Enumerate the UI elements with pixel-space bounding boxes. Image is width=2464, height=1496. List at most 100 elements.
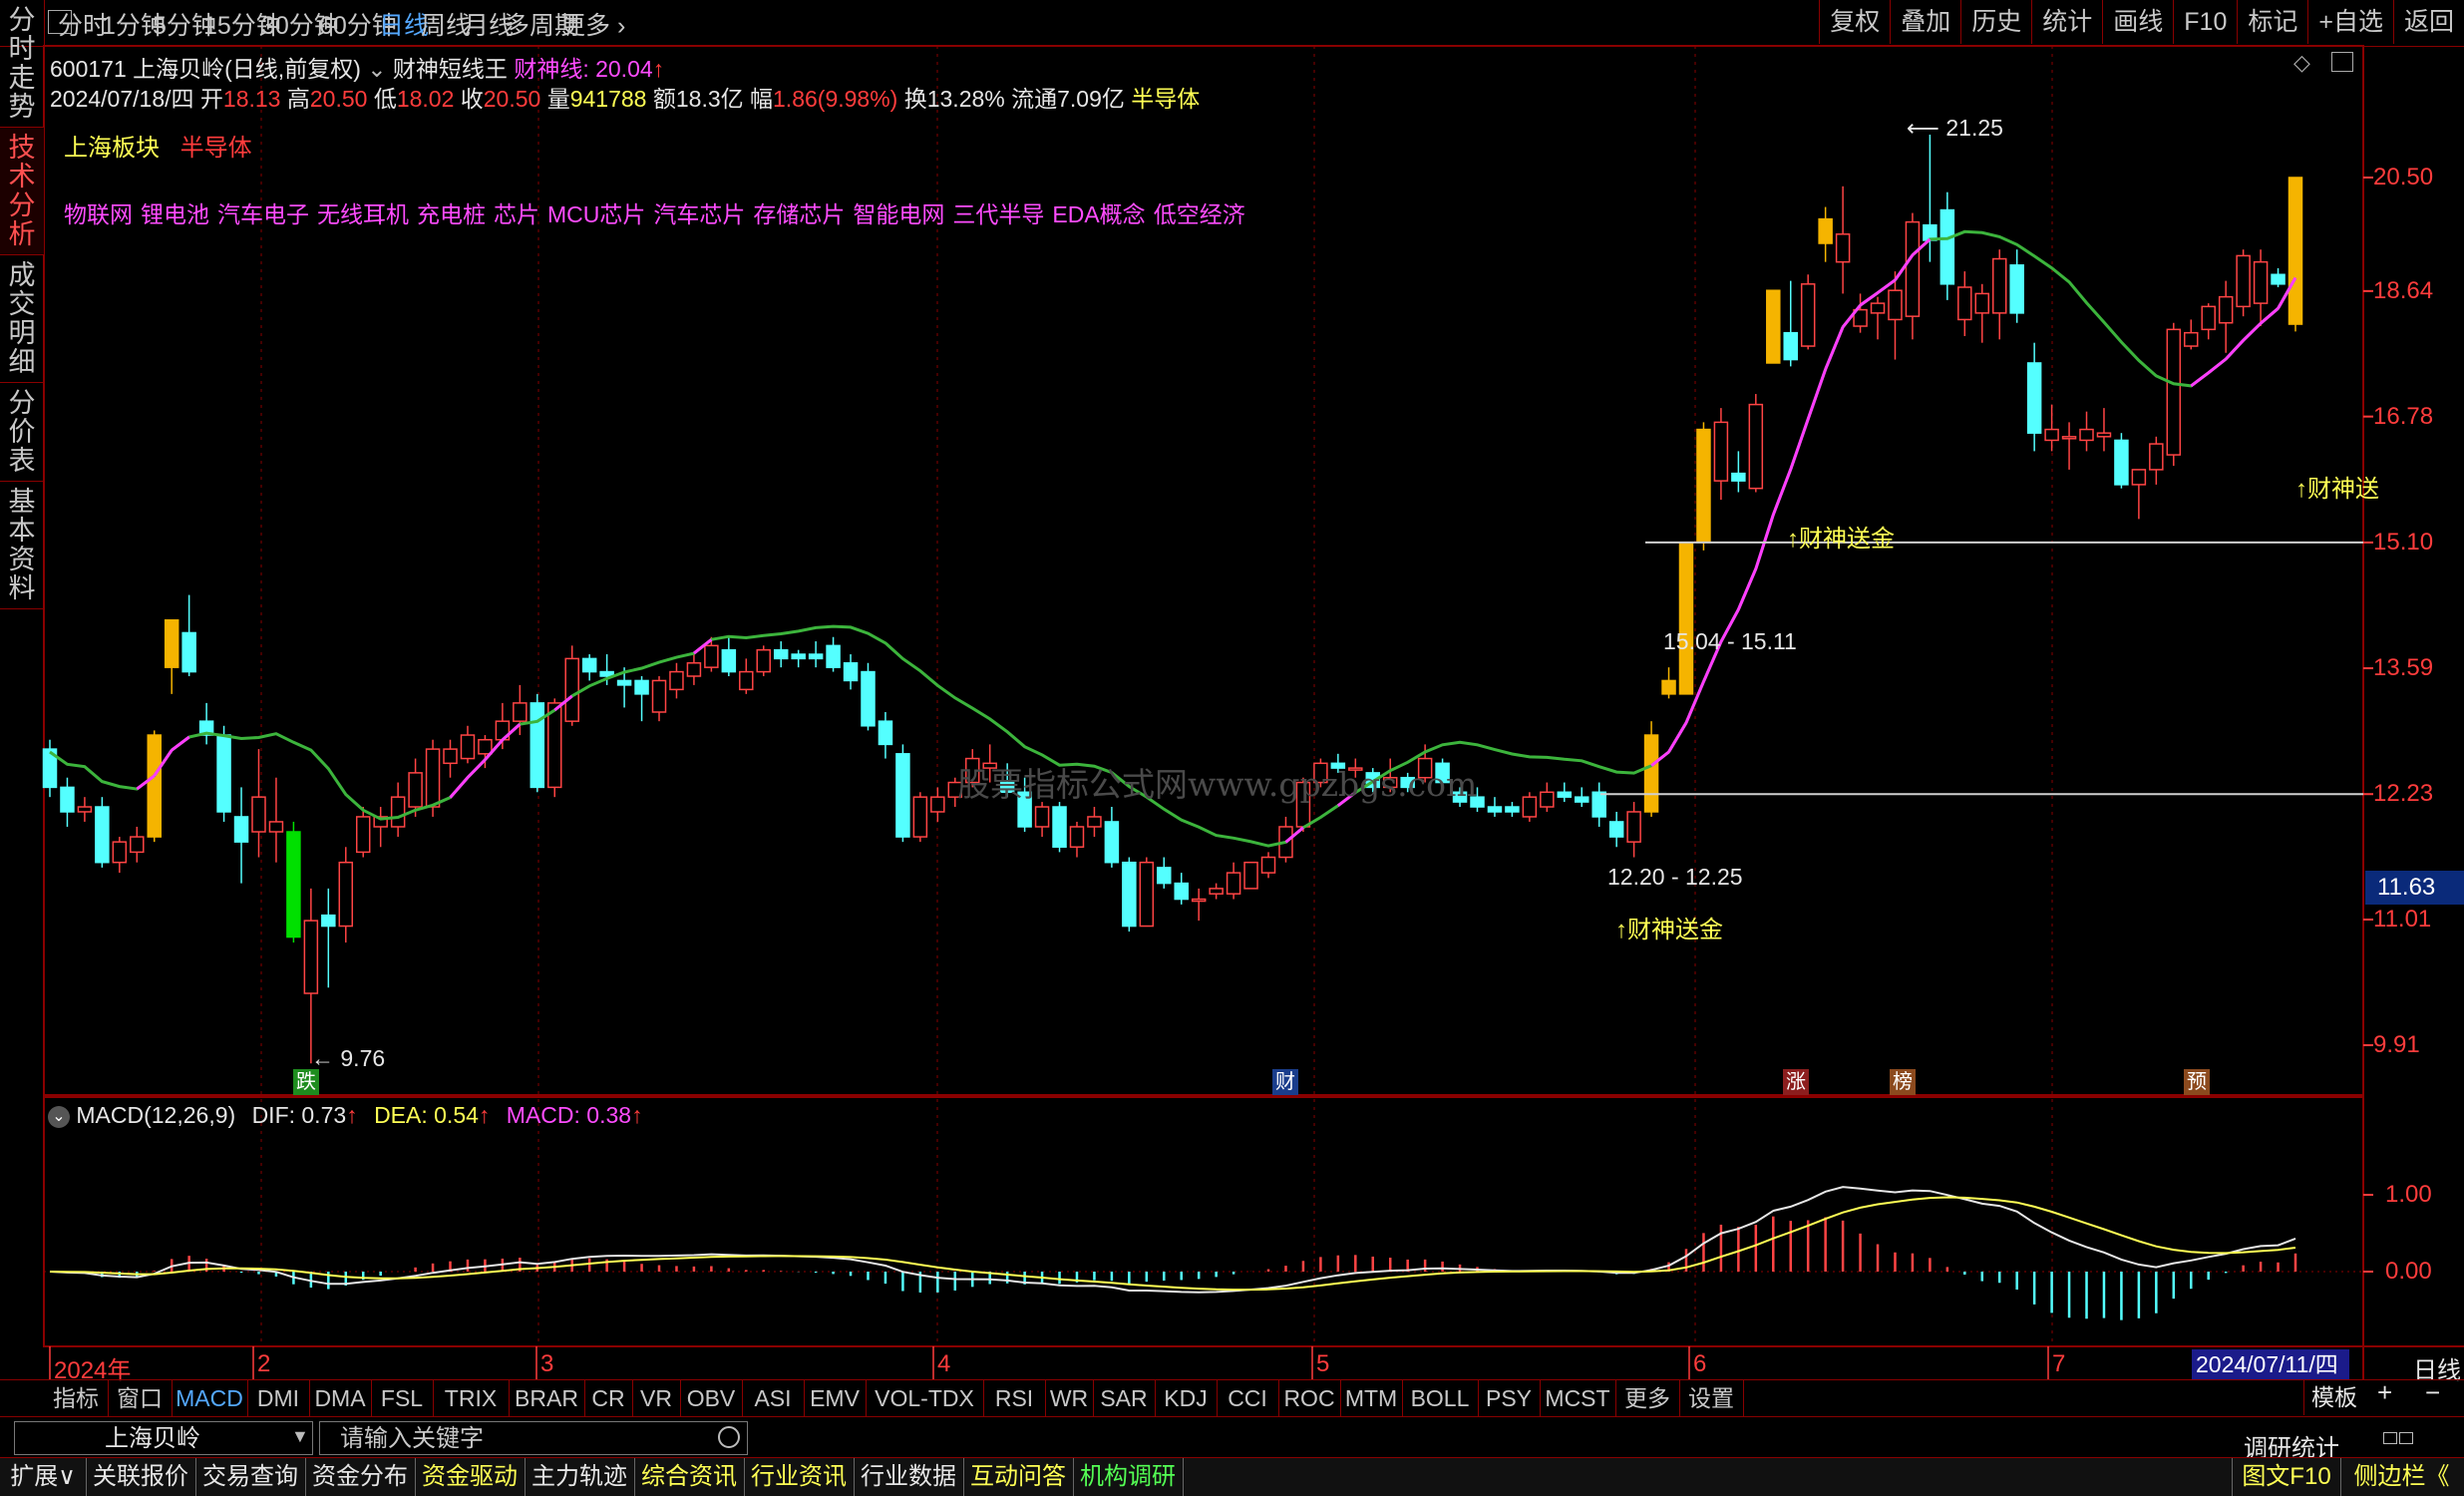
left-tab-4[interactable]: 基本资料 — [0, 482, 44, 609]
bottom-tab-6[interactable]: 综合资讯 — [634, 1458, 745, 1496]
up-arrow-icon: ↑ — [631, 1102, 643, 1128]
top-button-3[interactable]: 统计 — [2031, 0, 2102, 44]
chevron-down-icon[interactable]: ⌄ — [48, 1105, 70, 1128]
window-toggle-icon[interactable] — [2331, 52, 2353, 72]
indicator-tab-7[interactable]: BRAR — [509, 1380, 585, 1416]
bottom-tab-10[interactable]: 机构调研 — [1073, 1458, 1184, 1496]
left-tab-1[interactable]: 技术分析 — [0, 128, 44, 255]
macd-dif: DIF: 0.73 — [251, 1102, 347, 1128]
event-marker-2[interactable]: 涨 — [1783, 1069, 1809, 1095]
candle-body — [2096, 432, 2112, 438]
grid-icon[interactable] — [2399, 1432, 2413, 1444]
top-button-8[interactable]: 返回 — [2392, 0, 2464, 44]
left-tab-2[interactable]: 成交明细 — [0, 255, 44, 383]
bottom-tab-9[interactable]: 互动问答 — [963, 1458, 1074, 1496]
concept-tag-8[interactable]: 存储芯片 — [753, 201, 845, 227]
indicator-tab-5[interactable]: FSL — [371, 1380, 434, 1416]
indicator-tab-2[interactable]: MACD — [172, 1380, 248, 1416]
plus-icon[interactable]: + — [2377, 1377, 2392, 1408]
candle-body — [60, 786, 75, 813]
tab-period-0[interactable]: 分时 — [58, 6, 108, 42]
top-button-4[interactable]: 画线 — [2102, 0, 2173, 44]
concept-tag-12[interactable]: 低空经济 — [1154, 201, 1245, 227]
bottom-tab-3[interactable]: 资金分布 — [305, 1458, 416, 1496]
top-button-5[interactable]: F10 — [2173, 0, 2237, 44]
top-button-0[interactable]: 复权 — [1819, 0, 1890, 44]
indicator-tab-13[interactable]: VOL-TDX — [866, 1380, 984, 1416]
bottom-right-0[interactable]: 图文F10 — [2232, 1458, 2341, 1496]
left-tab-3[interactable]: 分价表 — [0, 383, 44, 482]
indicator-tab-10[interactable]: OBV — [680, 1380, 743, 1416]
top-button-1[interactable]: 叠加 — [1890, 0, 1960, 44]
concept-tag-7[interactable]: 汽车芯片 — [653, 201, 745, 227]
chevron-down-icon[interactable]: ⌄ — [367, 56, 386, 82]
indicator-tab-25[interactable]: 设置 — [1679, 1380, 1744, 1416]
bottom-tab-1[interactable]: 关联报价 — [86, 1458, 196, 1496]
left-tab-0[interactable]: 分时走势 — [0, 0, 44, 128]
indicator-tab-3[interactable]: DMI — [247, 1380, 310, 1416]
indicator-tab-12[interactable]: EMV — [804, 1380, 867, 1416]
dropdown-arrow-icon[interactable]: ▼ — [291, 1426, 309, 1447]
bottom-tab-7[interactable]: 行业资讯 — [744, 1458, 855, 1496]
bottom-tab-8[interactable]: 行业数据 — [854, 1458, 964, 1496]
concept-tag-2[interactable]: 汽车电子 — [217, 201, 309, 227]
quote-line: 2024/07/18/四 开18.13 高20.50 低18.02 收20.50… — [50, 80, 1200, 114]
bottom-tab-2[interactable]: 交易查询 — [195, 1458, 306, 1496]
minus-icon[interactable]: − — [2425, 1377, 2440, 1408]
indicator-tab-20[interactable]: MTM — [1340, 1380, 1403, 1416]
indicator-tab-4[interactable]: DMA — [309, 1380, 372, 1416]
diamond-icon[interactable]: ◇ — [2293, 50, 2310, 76]
concept-tag-9[interactable]: 智能电网 — [853, 201, 944, 227]
candle-body — [547, 702, 562, 789]
candle-body — [2271, 273, 2286, 285]
bottom-tab-5[interactable]: 主力轨迹 — [525, 1458, 635, 1496]
search-input[interactable]: 请输入关键字 — [319, 1421, 748, 1455]
bottom-tab-0[interactable]: 扩展∨ — [0, 1458, 87, 1496]
indicator-tab-18[interactable]: CCI — [1217, 1380, 1279, 1416]
top-button-7[interactable]: +自选 — [2307, 0, 2393, 44]
bottom-tab-4[interactable]: 资金驱动 — [415, 1458, 526, 1496]
board-sector[interactable]: 半导体 — [180, 135, 252, 162]
indicator-tab-24[interactable]: 更多 — [1615, 1380, 1680, 1416]
concept-tag-1[interactable]: 锂电池 — [141, 201, 209, 227]
event-marker-3[interactable]: 榜 — [1890, 1069, 1916, 1095]
indicator-tab-6[interactable]: TRIX — [433, 1380, 510, 1416]
macd-name[interactable]: MACD(12,26,9) — [76, 1102, 235, 1128]
indicator-tab-23[interactable]: MCST — [1540, 1380, 1616, 1416]
concept-tag-5[interactable]: 芯片 — [494, 201, 539, 227]
concept-tag-4[interactable]: 充电桩 — [417, 201, 486, 227]
indicator-tab-8[interactable]: CR — [584, 1380, 633, 1416]
event-marker-0[interactable]: 跌 — [293, 1069, 319, 1095]
concept-tag-11[interactable]: EDA概念 — [1052, 201, 1145, 227]
indicator-tab-17[interactable]: KDJ — [1155, 1380, 1218, 1416]
price-tick-6: 11.01 — [2373, 906, 2432, 933]
indicator-tab-9[interactable]: VR — [632, 1380, 681, 1416]
candle-body — [826, 644, 841, 668]
grid-icon[interactable] — [2383, 1432, 2397, 1444]
top-button-2[interactable]: 历史 — [1960, 0, 2031, 44]
concept-tag-10[interactable]: 三代半导 — [952, 201, 1044, 227]
concept-tag-3[interactable]: 无线耳机 — [317, 201, 409, 227]
template-button[interactable]: 模板 — [2303, 1379, 2364, 1415]
search-icon[interactable] — [718, 1426, 740, 1448]
bottom-right-1[interactable]: 侧边栏《 — [2339, 1458, 2464, 1496]
candle-body — [2061, 436, 2077, 440]
indicator-tab-22[interactable]: PSY — [1478, 1380, 1541, 1416]
top-button-6[interactable]: 标记 — [2237, 0, 2307, 44]
candle-body — [425, 748, 441, 808]
indicator-name[interactable]: 财神短线王 — [393, 56, 508, 82]
indicator-tab-15[interactable]: WR — [1045, 1380, 1094, 1416]
event-marker-1[interactable]: 财 — [1272, 1069, 1298, 1095]
indicator-tab-14[interactable]: RSI — [983, 1380, 1046, 1416]
indicator-tab-11[interactable]: ASI — [742, 1380, 805, 1416]
indicator-tab-21[interactable]: BOLL — [1402, 1380, 1479, 1416]
stock-name-field[interactable]: 上海贝岭 — [14, 1421, 313, 1455]
concept-tag-6[interactable]: MCU芯片 — [547, 201, 645, 227]
indicator-tab-0[interactable]: 指标 — [44, 1380, 109, 1416]
indicator-tab-16[interactable]: SAR — [1093, 1380, 1156, 1416]
tab-period-10[interactable]: 更多 › — [560, 6, 625, 42]
event-marker-4[interactable]: 预 — [2184, 1069, 2210, 1095]
concept-tag-0[interactable]: 物联网 — [64, 201, 133, 227]
indicator-tab-1[interactable]: 窗口 — [108, 1380, 173, 1416]
indicator-tab-19[interactable]: ROC — [1278, 1380, 1341, 1416]
